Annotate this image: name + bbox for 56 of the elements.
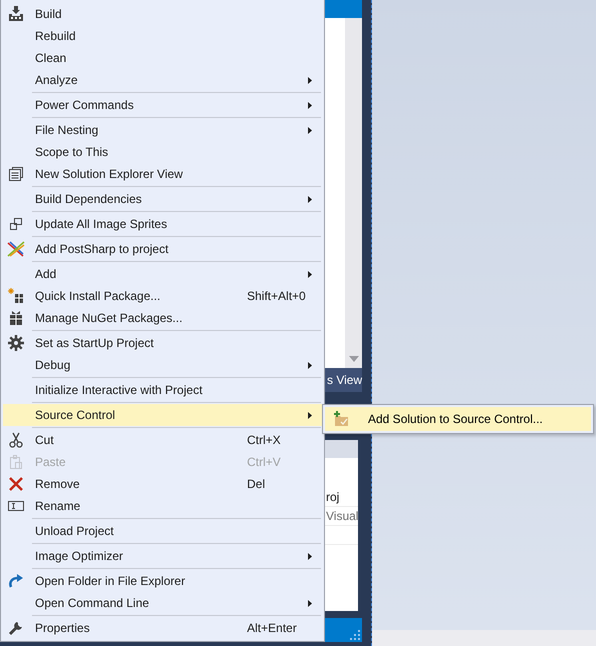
menu-item[interactable]: Cut Ctrl+X [3,429,322,451]
menu-item[interactable]: Update All Image Sprites [3,213,322,235]
menu-item[interactable]: Set as StartUp Project [3,332,322,354]
submenu-arrow-icon [308,362,312,368]
menu-item[interactable]: Build Dependencies [3,188,322,210]
menu-item[interactable]: Properties Alt+Enter [3,617,322,639]
submenu-arrow-icon [308,600,312,606]
remove-icon [8,476,24,492]
submenu-arrow-icon [308,552,312,560]
submenu-arrow-icon [308,102,312,108]
wrench-icon [8,620,24,636]
menu-item[interactable]: File Nesting [3,119,322,141]
resize-grip-icon[interactable] [350,630,360,640]
menu-item[interactable]: Debug [3,354,322,376]
submenu-arrow-icon [308,412,312,418]
gear-icon [8,335,24,351]
menu-item[interactable]: New Solution Explorer View [3,163,322,185]
tree-item[interactable]: roj [326,490,340,504]
crossed-lines-icon [7,241,25,257]
build-icon [8,6,24,22]
window-list-icon [8,166,24,182]
menu-item[interactable]: Build [3,3,322,25]
folder-plus-icon [333,411,349,427]
menu-item[interactable]: Manage NuGet Packages... [3,307,322,329]
star-package-icon [8,288,24,304]
submenu-arrow-icon [308,196,312,202]
menu-item[interactable]: Open Command Line [3,592,322,614]
menu-item[interactable]: Image Optimizer [3,545,322,567]
menu-item[interactable]: Add Solution to Source Control... [325,407,591,431]
menu-item[interactable]: Initialize Interactive with Project [3,379,322,401]
menu-item[interactable]: Open Folder in File Explorer [3,570,322,592]
scroll-down-icon[interactable] [348,356,358,362]
menu-item[interactable]: Scope to This [3,141,322,163]
package-icon [8,310,24,326]
menu-item[interactable]: Remove Del [3,473,322,495]
submenu-arrow-icon [308,76,312,84]
rename-icon [8,500,24,512]
menu-item[interactable]: Source Control [3,404,322,426]
submenu-arrow-icon [308,270,312,278]
menu-item[interactable]: Analyze [3,69,322,91]
menu-item[interactable]: Add [3,263,322,285]
clipboard-icon [8,454,24,470]
curved-arrow-icon [8,573,24,589]
tree-item[interactable]: Visual [326,509,358,523]
menu-item[interactable]: Quick Install Package... Shift+Alt+0 [3,285,322,307]
menu-item[interactable]: Power Commands [3,94,322,116]
panel-tab[interactable]: s View [325,368,364,392]
menu-item[interactable]: Unload Project [3,520,322,542]
menu-item[interactable]: Clean [3,47,322,69]
squares-icon [8,216,24,232]
menu-item[interactable]: Rebuild [3,25,322,47]
scissors-icon [8,432,24,448]
scrollbar[interactable] [345,18,362,368]
menu-item[interactable]: Add PostSharp to project [3,238,322,260]
menu-item[interactable]: Rename [3,495,322,517]
submenu-arrow-icon [308,126,312,134]
